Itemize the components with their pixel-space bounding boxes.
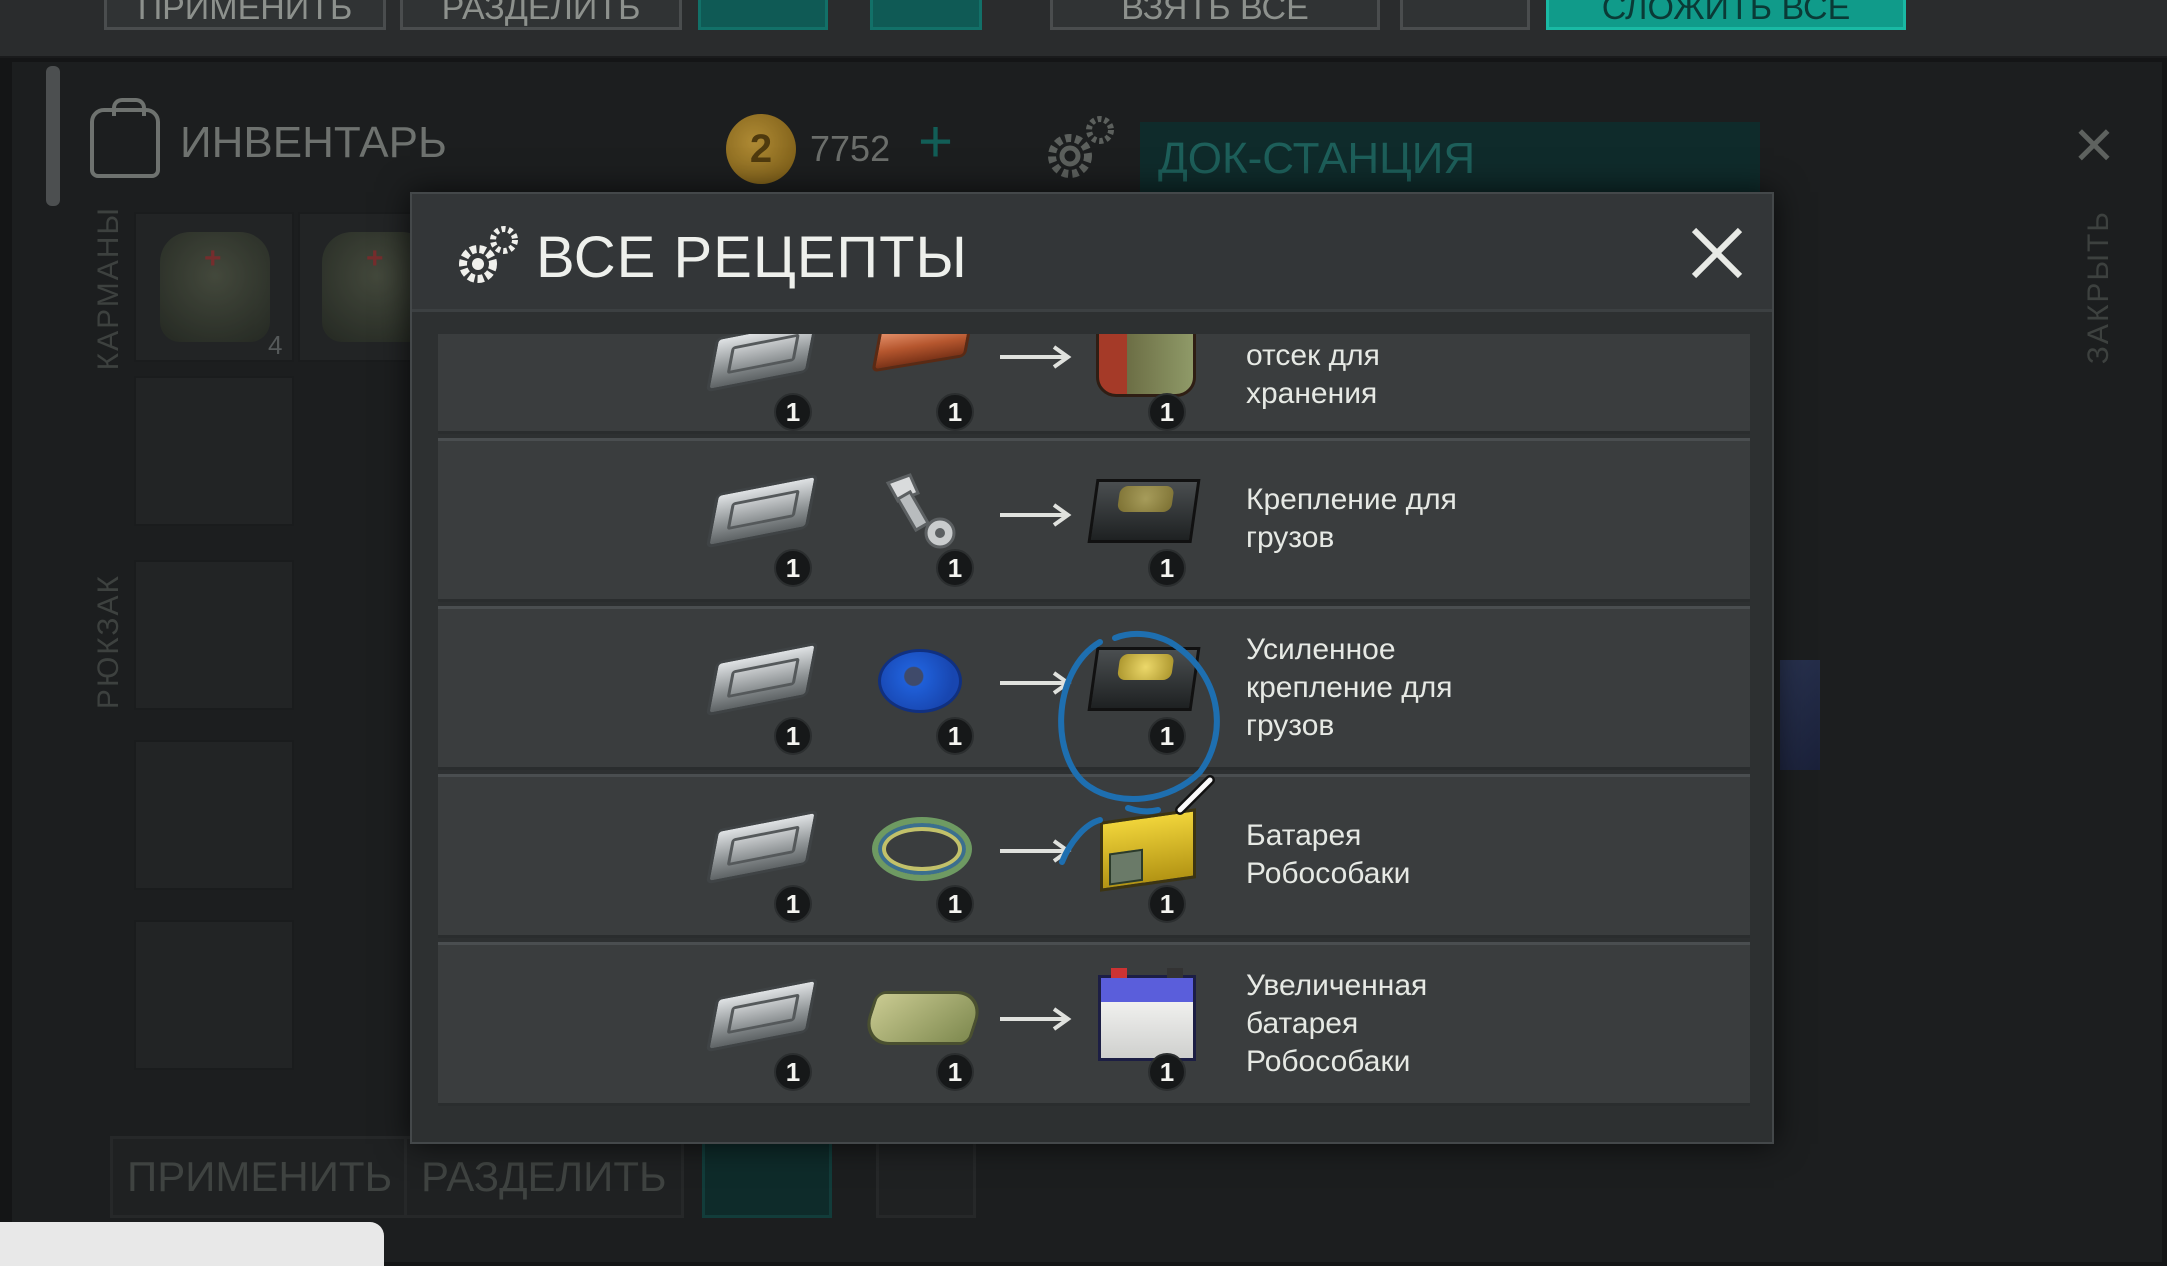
arrow-right-icon — [1000, 503, 1072, 527]
recipe-row[interactable]: 1 1 1 отсек для хранения — [438, 334, 1750, 434]
top-sort-icon[interactable] — [698, 0, 828, 30]
extended-battery-icon — [1082, 957, 1202, 1077]
gears-icon — [459, 226, 518, 283]
inventory-header: ИНВЕНТАРЬ — [90, 98, 447, 178]
recipe-result-label: Усиленное крепление для грузов — [1246, 633, 1453, 742]
quantity-badge: 1 — [774, 549, 812, 587]
backpack-icon — [90, 98, 160, 178]
inventory-slot[interactable] — [134, 920, 294, 1070]
scrollbar[interactable] — [46, 66, 60, 206]
take-all-button[interactable]: ВЗЯТЬ ВСЕ — [1050, 0, 1380, 30]
quantity-badge: 1 — [1148, 393, 1186, 431]
arrow-right-icon — [1000, 1007, 1072, 1031]
quantity-badge: 1 — [774, 1053, 812, 1091]
recipe-row[interactable]: 1 1 1 Крепление для грузов — [438, 438, 1750, 602]
recipe-row[interactable]: 1 1 1 Увеличенная батарея Робособаки — [438, 942, 1750, 1106]
quantity-badge: 1 — [774, 393, 812, 431]
modal-header: ВСЕ РЕЦЕПТЫ — [412, 194, 1772, 312]
split-button[interactable]: РАЗДЕЛИТЬ — [404, 1136, 684, 1218]
quantity-badge: 1 — [1148, 1053, 1186, 1091]
recipe-result-label: отсек для хранения — [1246, 339, 1380, 410]
trash-icon[interactable] — [876, 1136, 976, 1218]
backpack-label: РЮКЗАК — [92, 574, 125, 710]
recipe-result-label: Увеличенная батарея Робособаки — [1246, 969, 1428, 1078]
apply-button[interactable]: ПРИМЕНИТЬ — [110, 1136, 410, 1218]
arrow-right-icon — [1000, 839, 1072, 863]
quantity-badge: 1 — [774, 885, 812, 923]
inventory-slot[interactable] — [134, 560, 294, 710]
dock-close-icon[interactable]: × — [2066, 109, 2122, 179]
quantity-badge: 1 — [774, 717, 812, 755]
dock-station-title: ДОК-СТАНЦИЯ РОБОСОБАКИ — [1140, 122, 1760, 257]
inventory-slot[interactable] — [134, 740, 294, 890]
top-toolbar: ПРИМЕНИТЬ РАЗДЕЛИТЬ ВЗЯТЬ ВСЕ СЛОЖИТЬ ВС… — [0, 0, 2167, 58]
close-icon[interactable] — [1684, 220, 1750, 286]
add-coins-button[interactable]: + — [918, 112, 953, 172]
quantity-badge: 1 — [936, 717, 974, 755]
editor-toolbar-strip[interactable] — [0, 1222, 384, 1266]
coin-count: 7752 — [810, 128, 891, 169]
pockets-label: КАРМАНЫ — [92, 206, 125, 371]
robodog-battery-icon — [1082, 789, 1202, 909]
recipe-list[interactable]: 1 1 1 отсек для хранения 1 1 1 Крепление… — [438, 334, 1750, 1112]
storage-compartment-icon — [1082, 334, 1202, 437]
top-split-button[interactable]: РАЗДЕЛИТЬ — [400, 0, 682, 30]
arrow-right-icon — [1000, 345, 1072, 369]
recipe-row[interactable]: 1 1 1 Усиленное крепление для грузов — [438, 606, 1750, 770]
cargo-mount-icon — [1082, 453, 1202, 573]
quantity-badge: 1 — [1148, 885, 1186, 923]
quantity-badge: 1 — [936, 1053, 974, 1091]
dock-gear-icon — [1048, 116, 1114, 178]
all-recipes-modal: ВСЕ РЕЦЕПТЫ 1 1 1 отсек для хранения 1 1… — [410, 192, 1774, 1144]
quantity-badge: 1 — [1148, 717, 1186, 755]
inventory-title: ИНВЕНТАРЬ — [180, 118, 447, 167]
item-cube — [1780, 660, 1820, 770]
medkit-icon[interactable] — [160, 232, 270, 342]
stack-all-button[interactable]: СЛОЖИТЬ ВСЕ — [1546, 0, 1906, 30]
top-grid-icon[interactable] — [1400, 0, 1530, 30]
inventory-slot[interactable] — [134, 376, 294, 526]
top-trash-icon[interactable] — [870, 0, 982, 30]
top-apply-button[interactable]: ПРИМЕНИТЬ — [104, 0, 386, 30]
dock-close-label[interactable]: ЗАКРЫТЬ — [2082, 210, 2116, 364]
quantity-badge: 1 — [1148, 549, 1186, 587]
slot-count: 4 — [268, 330, 283, 360]
arrow-right-icon — [1000, 671, 1072, 695]
quantity-badge: 1 — [936, 885, 974, 923]
recipe-row[interactable]: 1 1 1 Батарея Робособаки — [438, 774, 1750, 938]
recipe-result-label: Батарея Робособаки — [1246, 819, 1411, 890]
quantity-badge: 1 — [936, 549, 974, 587]
coin-icon: 2 — [726, 114, 796, 184]
modal-title: ВСЕ РЕЦЕПТЫ — [536, 225, 968, 290]
reinforced-cargo-mount-icon — [1082, 621, 1202, 741]
sort-icon[interactable] — [702, 1136, 832, 1218]
recipe-result-label: Крепление для грузов — [1246, 483, 1457, 554]
quantity-badge: 1 — [936, 393, 974, 431]
